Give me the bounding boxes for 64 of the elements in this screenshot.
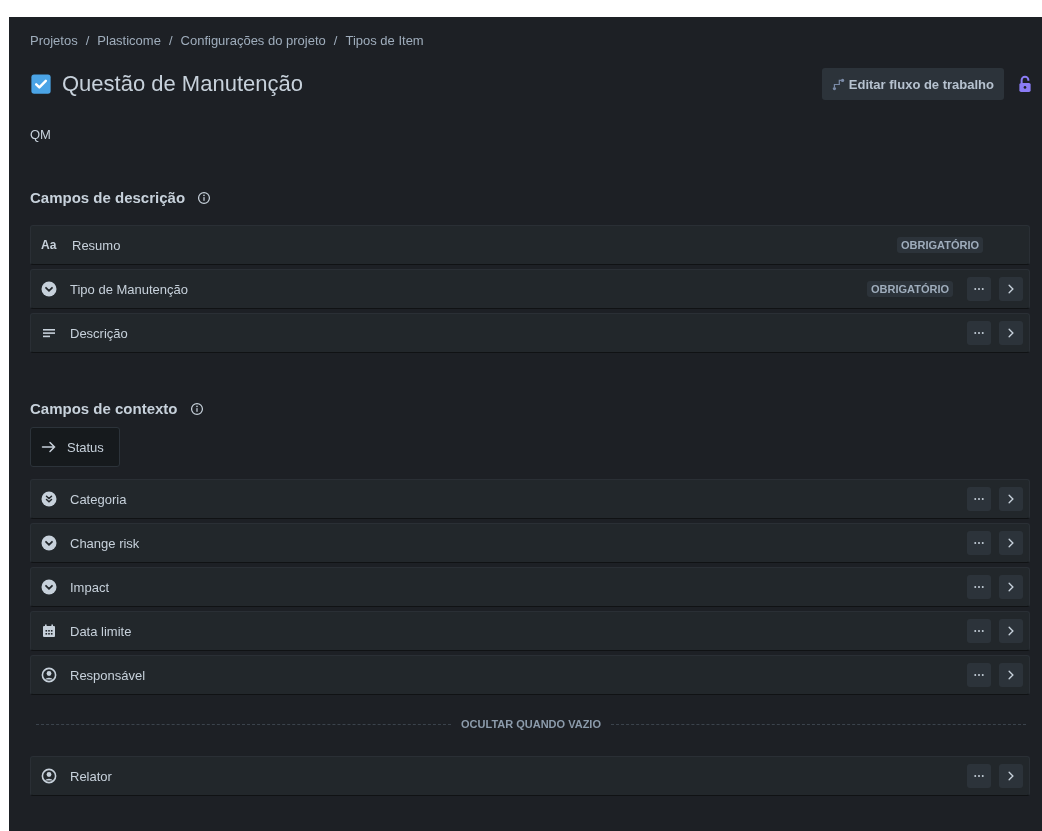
breadcrumb-separator: / <box>333 32 338 48</box>
info-icon[interactable] <box>189 401 204 416</box>
expand-button[interactable] <box>999 575 1023 599</box>
status-field: Status <box>30 427 120 467</box>
workflow-icon <box>831 77 845 91</box>
issue-type-key: QM <box>30 127 1030 142</box>
expand-button[interactable] <box>999 764 1023 788</box>
field-label: Impact <box>70 579 109 595</box>
edit-workflow-button[interactable]: Editar fluxo de trabalho <box>821 68 1004 100</box>
required-badge: OBRIGATÓRIO <box>897 237 983 253</box>
more-button[interactable] <box>967 531 991 555</box>
double-chevron-circle-icon <box>41 491 57 507</box>
field-label: Data limite <box>70 623 132 639</box>
breadcrumb-link[interactable]: Tipos de Item <box>345 32 424 48</box>
chevron-circle-icon <box>41 535 57 551</box>
breadcrumb-link[interactable]: Configurações do projeto <box>180 32 326 48</box>
field-row[interactable]: Aa Resumo OBRIGATÓRIO <box>30 225 1030 265</box>
arrow-right-icon <box>41 439 57 455</box>
field-row[interactable]: Categoria <box>30 479 1030 519</box>
field-label: Descrição <box>70 325 128 341</box>
divider-label: OCULTAR QUANDO VAZIO <box>461 718 601 730</box>
expand-button[interactable] <box>999 321 1023 345</box>
field-label: Categoria <box>70 491 127 507</box>
expand-button[interactable] <box>999 663 1023 687</box>
chevron-circle-icon <box>41 579 57 595</box>
expand-button[interactable] <box>999 487 1023 511</box>
field-row[interactable]: Change risk <box>30 523 1030 563</box>
chevron-circle-icon <box>41 281 57 297</box>
field-label: Responsável <box>70 667 146 683</box>
unlocked-lock-icon[interactable] <box>1016 75 1034 93</box>
field-label: Tipo de Manutenção <box>70 281 189 297</box>
field-label: Relator <box>70 768 112 784</box>
more-button[interactable] <box>967 321 991 345</box>
breadcrumb-link[interactable]: Plasticome <box>97 32 161 48</box>
breadcrumb-separator: / <box>85 32 90 48</box>
calendar-icon <box>41 623 57 639</box>
more-button[interactable] <box>967 764 991 788</box>
more-button[interactable] <box>967 277 991 301</box>
field-row[interactable]: Tipo de Manutenção OBRIGATÓRIO <box>30 269 1030 309</box>
section-title: Campos de contexto <box>30 400 178 417</box>
field-label: Resumo <box>72 237 121 253</box>
user-avatar-icon <box>41 768 57 784</box>
field-label: Change risk <box>70 535 140 551</box>
user-avatar-icon <box>41 667 57 683</box>
section-title: Campos de descrição <box>30 189 186 206</box>
field-row[interactable]: Impact <box>30 567 1030 607</box>
more-button[interactable] <box>967 619 991 643</box>
expand-button[interactable] <box>999 619 1023 643</box>
info-icon[interactable] <box>197 190 212 205</box>
expand-button[interactable] <box>999 277 1023 301</box>
more-button[interactable] <box>967 663 991 687</box>
checkbox-icon <box>30 73 52 95</box>
required-badge: OBRIGATÓRIO <box>867 281 953 297</box>
breadcrumb-separator: / <box>168 32 173 48</box>
expand-button[interactable] <box>999 531 1023 555</box>
field-row[interactable]: Descrição <box>30 313 1030 353</box>
page-title: Questão de Manutenção <box>62 71 303 97</box>
text-field-icon: Aa <box>41 238 59 252</box>
breadcrumb-link[interactable]: Projetos <box>30 32 78 48</box>
field-row[interactable]: Relator <box>30 756 1030 796</box>
field-row[interactable]: Responsável <box>30 655 1030 695</box>
field-row[interactable]: Data limite <box>30 611 1030 651</box>
more-button[interactable] <box>967 487 991 511</box>
more-button[interactable] <box>967 575 991 599</box>
